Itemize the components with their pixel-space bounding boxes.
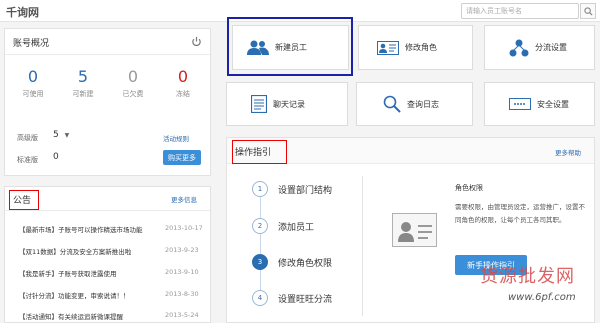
step-label: 添加员工 (278, 222, 315, 233)
step-number: 4 (252, 290, 268, 306)
tile-chat-log[interactable]: 聊天记录 (226, 82, 348, 126)
guide-step-1[interactable]: 1 设置部门结构 (252, 181, 332, 197)
tile-label: 安全设置 (537, 99, 569, 109)
guide-step-2[interactable]: 2 添加员工 (252, 218, 314, 234)
list-item-date: 2013-5-24 (165, 311, 199, 319)
role-card-image (392, 213, 437, 247)
stat-value: 0 (127, 67, 139, 86)
stat-overdue[interactable]: 0 已欠费 (113, 67, 153, 99)
stat-creatable[interactable]: 5 可新建 (63, 67, 103, 99)
stat-label: 冻结 (176, 90, 190, 98)
guide-step-3[interactable]: 3 修改角色权限 (252, 254, 332, 270)
step-label: 修改角色权限 (278, 258, 333, 269)
account-title: 账号概况 (13, 39, 50, 49)
stat-value: 0 (177, 67, 189, 86)
list-item[interactable]: 【活动通知】有关续运追新微课提醒 (19, 311, 123, 321)
list-item-date: 2013-9-10 (165, 268, 199, 276)
step-number: 3 (252, 254, 268, 270)
tile-edit-role[interactable]: 修改角色 (358, 25, 473, 70)
power-icon[interactable] (191, 36, 202, 47)
notice-highlight (9, 190, 39, 210)
dots-icon (509, 98, 531, 110)
list-item-date: 2013-10-17 (165, 224, 203, 232)
tile-label: 分流设置 (535, 43, 567, 52)
network-icon (509, 39, 529, 56)
pro-edition-label: 高级版 (17, 134, 38, 142)
guide-step-4[interactable]: 4 设置旺旺分流 (252, 290, 332, 306)
list-item-date: 2013-9-23 (165, 246, 199, 254)
tile-query-log[interactable]: 查询日志 (356, 82, 473, 126)
tile-label: 查询日志 (407, 99, 439, 109)
stat-value: 0 (27, 67, 39, 86)
watermark-url: www.6pf.com (508, 292, 576, 303)
id-card-icon (398, 222, 432, 242)
stat-value: 5 (77, 67, 89, 86)
search-icon (583, 6, 593, 16)
stat-label: 可新建 (72, 90, 94, 98)
buy-more-button[interactable]: 购买更多 (163, 150, 201, 165)
stat-label: 已欠费 (122, 90, 144, 98)
tile-label: 修改角色 (405, 43, 437, 52)
std-edition-label: 标准版 (17, 156, 38, 164)
document-icon (251, 95, 267, 113)
account-panel-header: 账号概况 (5, 29, 210, 55)
search-input[interactable]: 请输入员工账号名 (461, 3, 579, 19)
search-icon (383, 95, 401, 113)
role-info-text: 需要权限，由管理员设定，运营推广，设置不同角色的权限，让每个员工各司其职。 (455, 203, 585, 224)
step-label: 设置旺旺分流 (278, 294, 333, 305)
pro-edition-select[interactable]: 5 ▼ (53, 130, 69, 140)
step-number: 2 (252, 218, 268, 234)
list-item-date: 2013-8-30 (165, 290, 199, 298)
watermark-title: 货源批发网 (480, 266, 575, 287)
list-item[interactable]: 【最新市场】子账号可以操作精选市场功能 (19, 224, 143, 234)
tile-label: 聊天记录 (273, 99, 305, 109)
guide-step-line (260, 186, 261, 298)
stat-usable[interactable]: 0 可使用 (13, 67, 53, 99)
list-item[interactable]: 【我是新手】子账号获取泄露使用 (19, 268, 117, 278)
brand-logo: 千询网 (6, 6, 39, 19)
search-button[interactable] (580, 3, 596, 19)
chevron-down-icon: ▼ (64, 132, 70, 139)
rules-link[interactable]: 活动规则 (163, 133, 189, 143)
std-edition-value: 0 (53, 152, 59, 162)
guide-highlight (232, 140, 287, 164)
step-label: 设置部门结构 (278, 185, 333, 196)
stat-frozen[interactable]: 0 冻结 (163, 67, 203, 99)
notice-more-link[interactable]: 更多信息 (171, 194, 197, 204)
id-card-icon (377, 40, 399, 55)
watermark: 货源批发网 www.6pf.com (480, 262, 598, 322)
role-info-title: 角色权限 (455, 184, 483, 192)
tile-routing-settings[interactable]: 分流设置 (484, 25, 595, 70)
guide-divider (362, 176, 363, 316)
list-item[interactable]: 【讨针分流】功能变更，审索说请！！ (19, 290, 130, 300)
list-item[interactable]: 【双11数据】分流及安全方案新推出啦 (19, 246, 131, 256)
account-panel: 账号概况 0 可使用 5 可新建 0 已欠费 0 冻结 高级版 5 ▼ 活动规则… (4, 28, 211, 176)
step-number: 1 (252, 181, 268, 197)
guide-more-link[interactable]: 更多帮助 (555, 147, 581, 157)
stat-label: 可使用 (22, 90, 44, 98)
pro-edition-value: 5 (53, 130, 59, 140)
tile-security-settings[interactable]: 安全设置 (484, 82, 595, 126)
new-employee-highlight (227, 17, 353, 76)
